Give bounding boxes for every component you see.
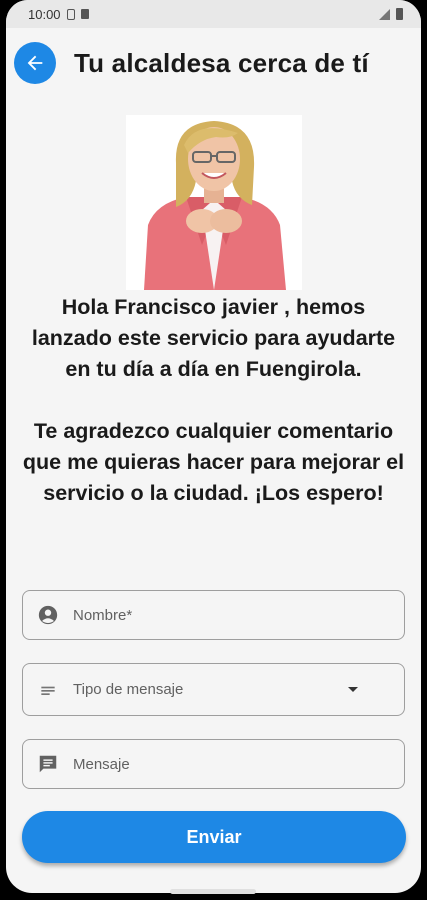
intro-greeting: Hola Francisco javier , hemos lanzado es… <box>31 295 396 381</box>
message-type-dropdown[interactable]: Tipo de mensaje <box>22 663 405 716</box>
intro-text: Hola Francisco javier , hemos lanzado es… <box>20 292 407 509</box>
name-field[interactable]: Nombre* <box>22 590 405 640</box>
page-title: Tu alcaldesa cerca de tí <box>74 47 369 78</box>
message-field[interactable]: Mensaje <box>22 739 405 789</box>
status-bar: 10:00 <box>6 0 421 28</box>
send-button[interactable]: Enviar <box>22 811 406 863</box>
arrow-back-icon <box>27 55 43 71</box>
sim-icon <box>66 8 75 20</box>
home-indicator[interactable] <box>170 889 256 894</box>
intro-request: Te agradezco cualquier comentario que me… <box>22 419 405 505</box>
signal-icon <box>379 8 390 20</box>
name-field-placeholder: Nombre* <box>73 606 133 624</box>
status-time: 10:00 <box>28 6 61 22</box>
account-circle-icon <box>37 604 59 626</box>
back-button[interactable] <box>14 42 56 84</box>
message-field-placeholder: Mensaje <box>73 755 130 773</box>
app-screen: 10:00 Tu alcaldesa cerca de tí Hola Fran… <box>6 0 421 893</box>
notification-icon <box>80 9 89 19</box>
notes-icon <box>37 679 59 701</box>
mayor-portrait <box>126 115 302 290</box>
app-header: Tu alcaldesa cerca de tí <box>6 28 421 98</box>
battery-icon <box>396 8 403 20</box>
dropdown-arrow-icon <box>348 687 358 692</box>
comment-icon <box>37 753 59 775</box>
message-type-placeholder: Tipo de mensaje <box>73 681 184 698</box>
